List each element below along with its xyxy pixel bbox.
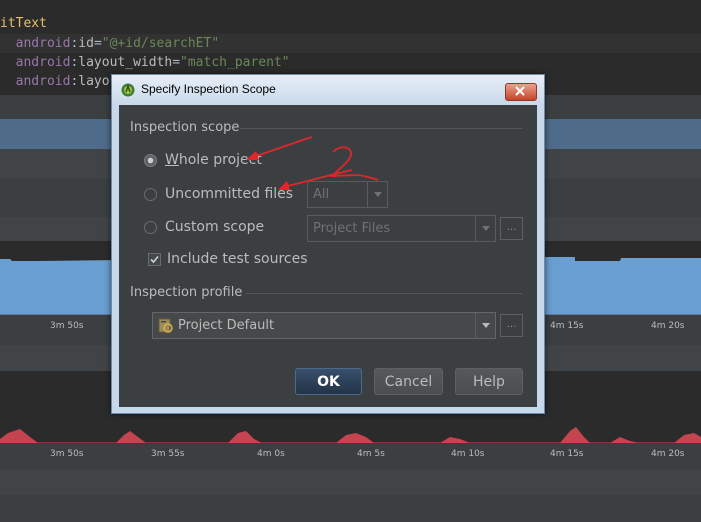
include-test-sources-label[interactable]: Include test sources (167, 251, 308, 267)
inspection-scope-dialog: Specify Inspection Scope Inspection scop… (111, 74, 545, 414)
time-tick: 4m 20s (651, 321, 685, 331)
cpu-spike (560, 427, 590, 443)
custom-scope-browse-button[interactable]: ... (500, 217, 523, 240)
custom-scope-value: Project Files (313, 221, 391, 236)
memory-area (0, 259, 40, 315)
code-line: android:layout_width="match_parent" (15, 55, 290, 70)
chevron-down-icon (374, 192, 382, 197)
cancel-button[interactable]: Cancel (374, 368, 443, 395)
changelist-combo[interactable]: All (307, 181, 388, 208)
time-tick: 4m 15s (550, 449, 584, 459)
profile-icon (158, 318, 173, 333)
inspection-scope-heading: Inspection scope (130, 120, 240, 135)
changelist-value: All (313, 187, 330, 202)
code-line: android:id="@+id/searchET" (0, 34, 701, 53)
android-studio-icon (121, 83, 135, 97)
custom-scope-radio[interactable] (144, 221, 157, 234)
cpu-spike (440, 437, 470, 443)
time-tick: 3m 50s (50, 321, 84, 331)
time-tick: 4m 20s (651, 449, 685, 459)
custom-scope-label[interactable]: Custom scope (165, 219, 264, 235)
cpu-spike (0, 429, 38, 443)
checkmark-icon (150, 255, 159, 264)
ok-button[interactable]: OK (295, 368, 362, 395)
uncommitted-files-radio[interactable] (144, 188, 157, 201)
divider (240, 128, 522, 129)
close-icon (515, 86, 525, 96)
dialog-title: Specify Inspection Scope (141, 82, 276, 96)
time-tick: 4m 15s (550, 321, 584, 331)
memory-area (540, 257, 701, 315)
code-line: android:layou (15, 74, 118, 89)
time-tick: 4m 10s (451, 449, 485, 459)
cpu-spike (228, 431, 262, 443)
time-tick: 4m 0s (257, 449, 285, 459)
custom-scope-combo[interactable]: Project Files (307, 215, 496, 242)
cpu-spike (336, 433, 374, 443)
time-tick: 3m 50s (50, 449, 84, 459)
inspection-profile-heading: Inspection profile (130, 285, 243, 300)
help-button[interactable]: Help (455, 368, 523, 395)
uncommitted-files-label[interactable]: Uncommitted files (165, 186, 293, 202)
time-tick: 3m 55s (151, 449, 185, 459)
inspection-profile-combo[interactable]: Project Default (152, 312, 496, 339)
whole-project-radio[interactable] (144, 154, 157, 167)
code-line: itText (0, 16, 47, 31)
dialog-body: Inspection scope Whole project Uncommitt… (119, 105, 537, 407)
inspection-profile-value: Project Default (178, 318, 275, 333)
cpu-spike (116, 431, 146, 443)
close-button[interactable] (505, 83, 537, 101)
time-tick: 4m 5s (357, 449, 385, 459)
chevron-down-icon (482, 226, 490, 231)
divider (246, 293, 522, 294)
cpu-spike (674, 433, 701, 443)
dialog-titlebar[interactable]: Specify Inspection Scope (112, 75, 544, 105)
profile-browse-button[interactable]: ... (500, 314, 523, 337)
chevron-down-icon (482, 323, 490, 328)
whole-project-label[interactable]: Whole project (165, 152, 262, 168)
include-test-sources-checkbox[interactable] (148, 253, 161, 266)
